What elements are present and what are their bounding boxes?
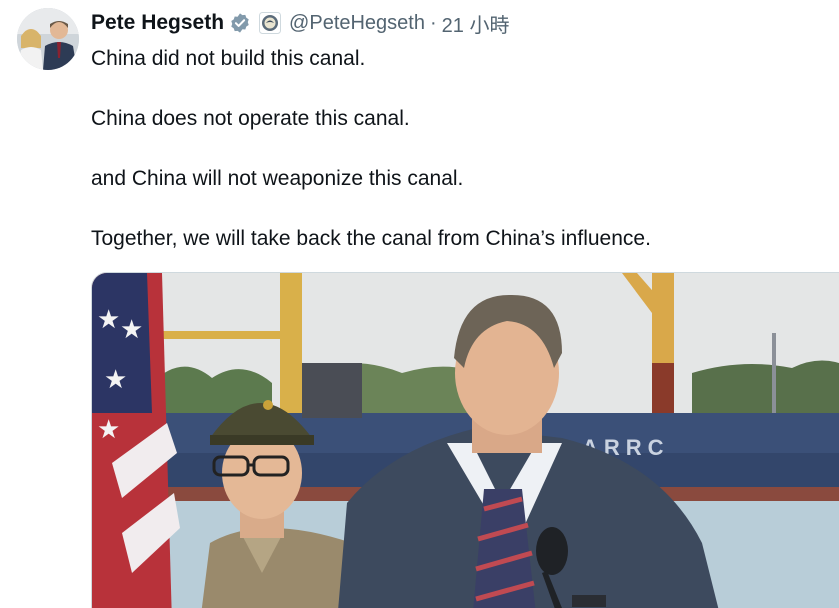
media-scene: ARRC ★ ★ ★ ★ [92,273,839,608]
separator-dot: · [429,11,437,34]
user-handle[interactable]: @PeteHegseth [289,12,425,35]
svg-text:★: ★ [120,314,143,344]
verified-badge-icon[interactable] [229,12,251,34]
display-name[interactable]: Pete Hegseth [91,11,224,35]
tweet-media-video[interactable]: ARRC ★ ★ ★ ★ [91,272,839,608]
tweet-text: China did not build this canal. China do… [91,44,831,284]
avatar-image [17,8,79,70]
tweet-line: Together, we will take back the canal fr… [91,227,651,250]
tweet-header: Pete Hegseth @PeteHegseth · 21 小時 [91,9,509,37]
svg-text:★: ★ [97,304,120,334]
svg-text:★: ★ [104,364,127,394]
svg-text:★: ★ [97,414,120,444]
avatar[interactable] [17,8,79,70]
tweet[interactable]: Pete Hegseth @PeteHegseth · 21 小時 China … [0,0,839,608]
tweet-line: China did not build this canal. [91,47,366,70]
tweet-line: and China will not weaponize this canal. [91,167,464,190]
timestamp[interactable]: 21 小時 [442,9,510,38]
dod-seal-icon[interactable] [259,12,282,34]
tweet-line: China does not operate this canal. [91,107,410,130]
